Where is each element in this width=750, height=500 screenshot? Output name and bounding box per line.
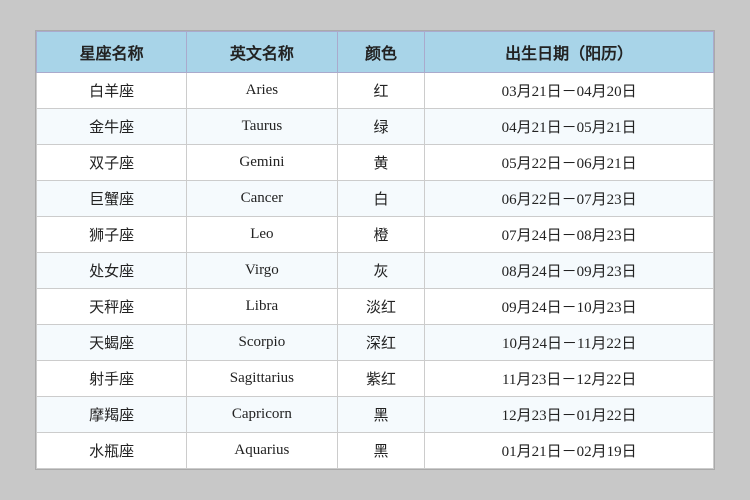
cell-r3-c2: 白 — [337, 181, 425, 217]
cell-r5-c1: Virgo — [187, 253, 337, 289]
cell-r3-c1: Cancer — [187, 181, 337, 217]
table-body: 白羊座Aries红03月21日－04月20日金牛座Taurus绿04月21日－0… — [37, 73, 714, 469]
table-row: 天蝎座Scorpio深红10月24日－11月22日 — [37, 325, 714, 361]
zodiac-table: 星座名称 英文名称 颜色 出生日期（阳历） 白羊座Aries红03月21日－04… — [36, 31, 714, 469]
cell-r8-c3: 11月23日－12月22日 — [425, 361, 714, 397]
cell-r1-c0: 金牛座 — [37, 109, 187, 145]
cell-r3-c0: 巨蟹座 — [37, 181, 187, 217]
cell-r7-c2: 深红 — [337, 325, 425, 361]
cell-r7-c0: 天蝎座 — [37, 325, 187, 361]
col-header-birthday: 出生日期（阳历） — [425, 32, 714, 73]
table-row: 射手座Sagittarius紫红11月23日－12月22日 — [37, 361, 714, 397]
table-row: 金牛座Taurus绿04月21日－05月21日 — [37, 109, 714, 145]
cell-r6-c3: 09月24日－10月23日 — [425, 289, 714, 325]
cell-r2-c2: 黄 — [337, 145, 425, 181]
cell-r7-c1: Scorpio — [187, 325, 337, 361]
cell-r4-c2: 橙 — [337, 217, 425, 253]
cell-r5-c3: 08月24日－09月23日 — [425, 253, 714, 289]
cell-r8-c2: 紫红 — [337, 361, 425, 397]
cell-r2-c1: Gemini — [187, 145, 337, 181]
cell-r3-c3: 06月22日－07月23日 — [425, 181, 714, 217]
cell-r5-c2: 灰 — [337, 253, 425, 289]
table-row: 处女座Virgo灰08月24日－09月23日 — [37, 253, 714, 289]
cell-r4-c0: 狮子座 — [37, 217, 187, 253]
cell-r8-c0: 射手座 — [37, 361, 187, 397]
cell-r1-c3: 04月21日－05月21日 — [425, 109, 714, 145]
cell-r10-c1: Aquarius — [187, 433, 337, 469]
cell-r7-c3: 10月24日－11月22日 — [425, 325, 714, 361]
cell-r9-c3: 12月23日－01月22日 — [425, 397, 714, 433]
table-header-row: 星座名称 英文名称 颜色 出生日期（阳历） — [37, 32, 714, 73]
col-header-chinese-name: 星座名称 — [37, 32, 187, 73]
table-row: 巨蟹座Cancer白06月22日－07月23日 — [37, 181, 714, 217]
table-row: 天秤座Libra淡红09月24日－10月23日 — [37, 289, 714, 325]
cell-r1-c2: 绿 — [337, 109, 425, 145]
cell-r8-c1: Sagittarius — [187, 361, 337, 397]
zodiac-table-container: 星座名称 英文名称 颜色 出生日期（阳历） 白羊座Aries红03月21日－04… — [35, 30, 715, 470]
cell-r6-c1: Libra — [187, 289, 337, 325]
cell-r4-c1: Leo — [187, 217, 337, 253]
cell-r6-c2: 淡红 — [337, 289, 425, 325]
cell-r0-c1: Aries — [187, 73, 337, 109]
table-row: 双子座Gemini黄05月22日－06月21日 — [37, 145, 714, 181]
cell-r0-c2: 红 — [337, 73, 425, 109]
cell-r9-c2: 黑 — [337, 397, 425, 433]
cell-r10-c3: 01月21日－02月19日 — [425, 433, 714, 469]
cell-r2-c3: 05月22日－06月21日 — [425, 145, 714, 181]
table-row: 狮子座Leo橙07月24日－08月23日 — [37, 217, 714, 253]
cell-r10-c0: 水瓶座 — [37, 433, 187, 469]
table-row: 白羊座Aries红03月21日－04月20日 — [37, 73, 714, 109]
col-header-color: 颜色 — [337, 32, 425, 73]
cell-r5-c0: 处女座 — [37, 253, 187, 289]
table-row: 水瓶座Aquarius黑01月21日－02月19日 — [37, 433, 714, 469]
cell-r9-c1: Capricorn — [187, 397, 337, 433]
cell-r6-c0: 天秤座 — [37, 289, 187, 325]
cell-r2-c0: 双子座 — [37, 145, 187, 181]
cell-r0-c3: 03月21日－04月20日 — [425, 73, 714, 109]
table-row: 摩羯座Capricorn黑12月23日－01月22日 — [37, 397, 714, 433]
cell-r4-c3: 07月24日－08月23日 — [425, 217, 714, 253]
col-header-english-name: 英文名称 — [187, 32, 337, 73]
cell-r10-c2: 黑 — [337, 433, 425, 469]
cell-r9-c0: 摩羯座 — [37, 397, 187, 433]
cell-r0-c0: 白羊座 — [37, 73, 187, 109]
cell-r1-c1: Taurus — [187, 109, 337, 145]
